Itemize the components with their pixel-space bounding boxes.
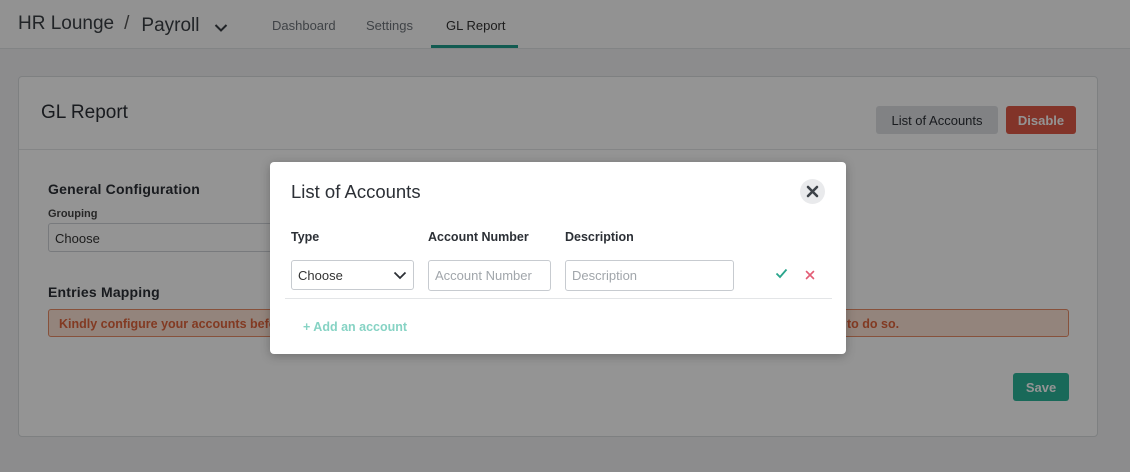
add-account-link[interactable]: + Add an account (303, 320, 407, 334)
column-header-account-number: Account Number (428, 230, 529, 244)
check-icon[interactable] (775, 266, 788, 284)
modal-title: List of Accounts (291, 181, 421, 202)
row-divider (285, 298, 832, 299)
chevron-down-icon (393, 268, 407, 283)
account-type-value: Choose (298, 267, 343, 283)
account-number-input[interactable]: Account Number (428, 260, 551, 291)
column-header-type: Type (291, 230, 320, 244)
x-icon[interactable] (805, 267, 815, 285)
column-header-description: Description (565, 230, 634, 244)
list-of-accounts-modal: List of Accounts Type Account Number Des… (270, 162, 846, 354)
account-type-select[interactable]: Choose (291, 260, 414, 290)
close-icon[interactable] (800, 179, 825, 204)
description-input[interactable]: Description (565, 260, 734, 291)
